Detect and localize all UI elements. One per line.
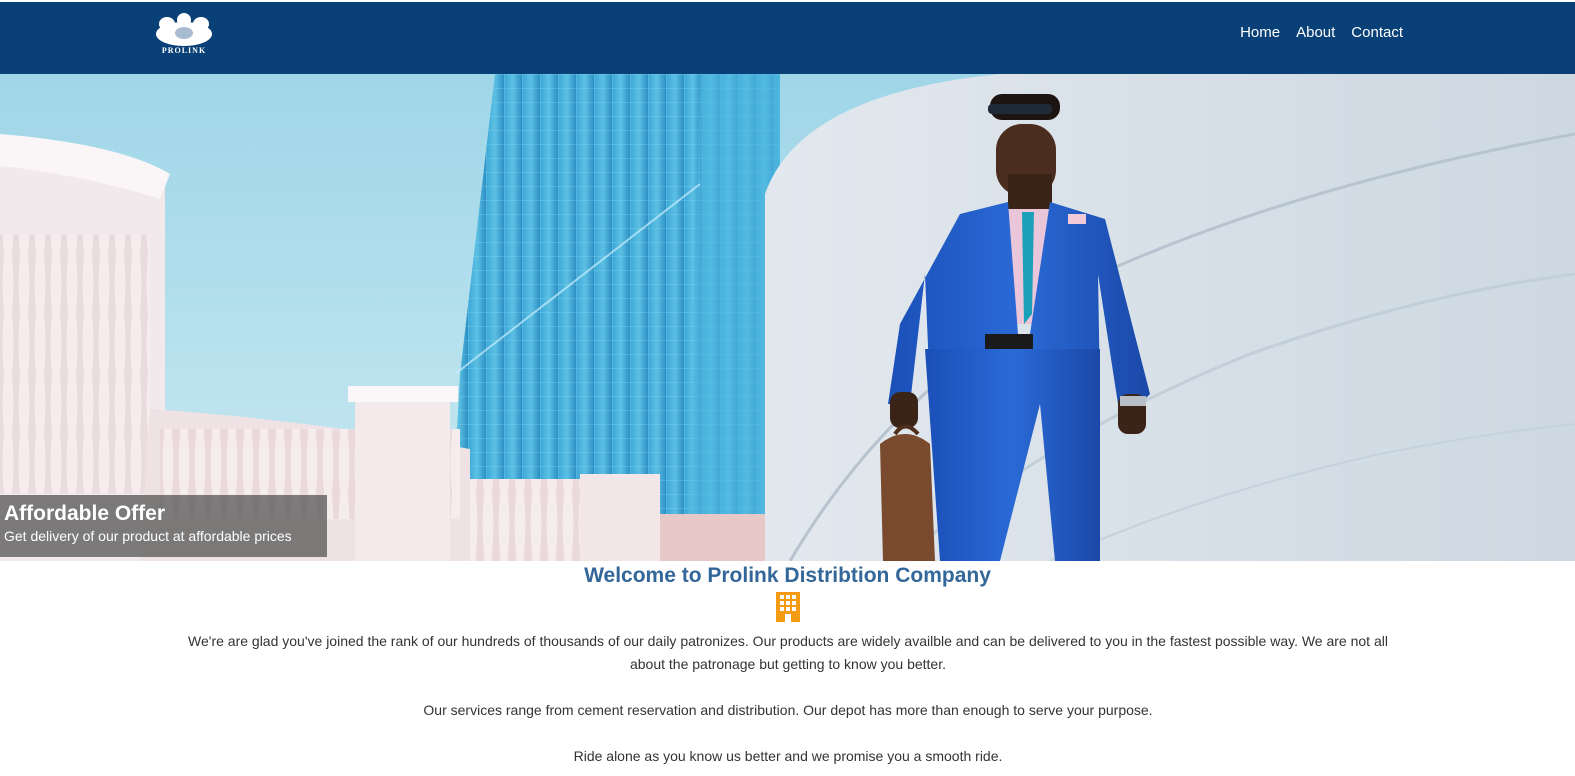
logo-text: PROLINK bbox=[161, 46, 207, 55]
welcome-title: Welcome to Prolink Distribtion Company bbox=[584, 564, 991, 587]
closing-paragraph: Ride alone as you know us better and we … bbox=[573, 748, 1003, 764]
hero-photo bbox=[0, 74, 1575, 561]
nav-home-link[interactable]: Home bbox=[1240, 23, 1280, 43]
building-icon bbox=[776, 592, 800, 622]
services-paragraph: Our services range from cement reservati… bbox=[423, 702, 1153, 718]
navbar: PROLINK Home About Contact bbox=[0, 2, 1575, 74]
hero-caption-title: Affordable Offer bbox=[4, 502, 166, 525]
logo-strongman-icon bbox=[156, 13, 212, 46]
brand-logo[interactable]: PROLINK bbox=[155, 12, 213, 58]
intro-paragraph: We're are glad you've joined the rank of… bbox=[188, 633, 1388, 672]
hero-banner: Affordable Offer Get delivery of our pro… bbox=[0, 74, 1575, 561]
main-nav: Home About Contact bbox=[1224, 23, 1403, 43]
hero-caption: Affordable Offer Get delivery of our pro… bbox=[0, 495, 327, 557]
nav-about-link[interactable]: About bbox=[1296, 23, 1335, 43]
nav-contact-link[interactable]: Contact bbox=[1351, 23, 1403, 43]
hero-caption-subtitle: Get delivery of our product at affordabl… bbox=[4, 528, 292, 544]
